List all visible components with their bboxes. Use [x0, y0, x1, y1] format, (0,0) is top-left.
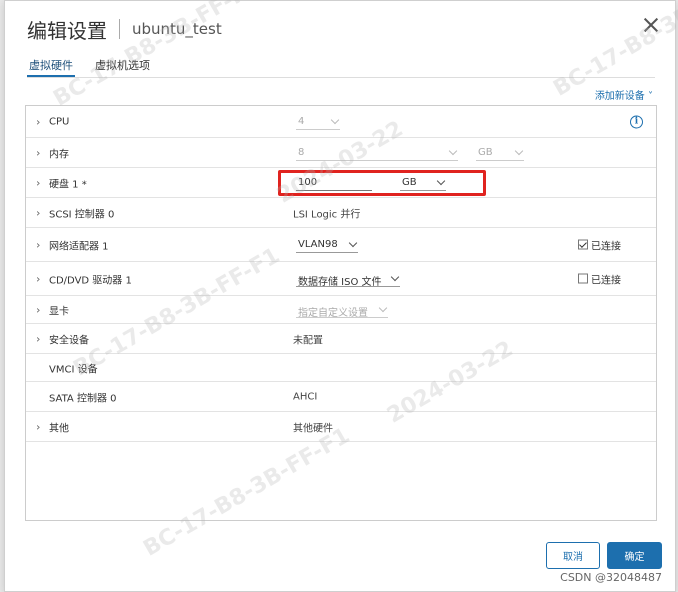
disk-size-input[interactable]: 100: [296, 175, 372, 191]
expand-chevron-icon[interactable]: ›: [36, 238, 40, 251]
other-value: 其他硬件: [293, 423, 333, 434]
cdrom-source-value: 数据存储 ISO 文件: [298, 276, 382, 288]
checkbox-unchecked-icon[interactable]: [578, 273, 588, 284]
row-scsi-controller: › SCSI 控制器 0 LSI Logic 并行: [26, 198, 656, 228]
dialog-title: 编辑设置: [27, 18, 107, 43]
video-label: 显卡: [49, 306, 69, 317]
expand-chevron-icon[interactable]: ›: [36, 272, 40, 285]
disk-unit-value: GB: [402, 176, 417, 188]
ok-button[interactable]: 确定: [607, 542, 662, 569]
security-label: 安全设备: [49, 335, 89, 346]
expand-chevron-icon[interactable]: ›: [36, 115, 40, 128]
vmci-label: VMCI 设备: [49, 364, 98, 375]
add-new-device-button[interactable]: 添加新设备 ˅: [595, 87, 653, 102]
row-video-card: › 显卡 指定自定义设置: [26, 296, 656, 324]
row-security-device: › 安全设备 未配置: [26, 324, 656, 354]
row-cd-dvd-drive: › CD/DVD 驱动器 1 数据存储 ISO 文件 已连接: [26, 262, 656, 296]
tab-virtual-hardware[interactable]: 虚拟硬件: [27, 57, 75, 77]
expand-chevron-icon[interactable]: ›: [36, 303, 40, 316]
sata-value: AHCI: [293, 391, 318, 402]
network-connected-label: 已连接: [591, 241, 621, 252]
cpu-label: CPU: [49, 116, 70, 127]
memory-unit-value: GB: [478, 146, 493, 158]
chevron-down-icon: [390, 272, 400, 281]
chevron-down-icon: [436, 176, 446, 185]
network-connected-checkbox[interactable]: 已连接: [578, 237, 621, 252]
row-other: › 其他 其他硬件: [26, 412, 656, 442]
chevron-down-icon: [330, 115, 340, 124]
cdrom-label: CD/DVD 驱动器 1: [49, 275, 132, 286]
security-value: 未配置: [293, 335, 323, 346]
chevron-down-icon: [448, 146, 458, 155]
row-network-adapter: › 网络适配器 1 VLAN98 已连接: [26, 228, 656, 262]
memory-unit-select[interactable]: GB: [476, 145, 524, 161]
checkbox-checked-icon[interactable]: [578, 239, 588, 250]
row-hard-disk: › 硬盘 1 * 100 GB: [26, 168, 656, 198]
row-cpu: › CPU 4 i: [26, 106, 656, 138]
vm-name: ubuntu_test: [132, 20, 222, 38]
edit-settings-dialog: 编辑设置 ubuntu_test 虚拟硬件 虚拟机选项 添加新设备 ˅ › CP…: [4, 0, 676, 592]
disk-unit-select[interactable]: GB: [400, 175, 446, 191]
tab-divider: [27, 77, 655, 78]
expand-chevron-icon[interactable]: ›: [36, 206, 40, 219]
chevron-down-icon: [348, 238, 358, 247]
row-memory: › 内存 8 GB: [26, 138, 656, 168]
row-vmci-device: VMCI 设备: [26, 354, 656, 382]
memory-label: 内存: [49, 149, 69, 160]
expand-chevron-icon[interactable]: ›: [36, 176, 40, 189]
chevron-down-icon: [378, 303, 388, 312]
cpu-count-value: 4: [298, 115, 305, 127]
scsi-label: SCSI 控制器 0: [49, 209, 115, 220]
other-label: 其他: [49, 423, 69, 434]
row-sata-controller: SATA 控制器 0 AHCI: [26, 382, 656, 412]
network-select[interactable]: VLAN98: [296, 237, 358, 253]
dialog-header: 编辑设置 ubuntu_test: [27, 15, 222, 43]
disk-size-value: 100: [298, 176, 318, 188]
expand-chevron-icon[interactable]: ›: [36, 332, 40, 345]
video-settings-select[interactable]: 指定自定义设置: [296, 302, 388, 319]
cpu-count-select[interactable]: 4: [296, 114, 340, 130]
cdrom-connected-label: 已连接: [591, 275, 621, 286]
cdrom-source-select[interactable]: 数据存储 ISO 文件: [296, 271, 400, 288]
video-settings-value: 指定自定义设置: [298, 307, 368, 319]
cancel-button[interactable]: 取消: [546, 542, 600, 569]
memory-size-value: 8: [298, 146, 305, 158]
memory-size-select[interactable]: 8: [296, 145, 458, 161]
scsi-value: LSI Logic 并行: [293, 209, 361, 220]
expand-chevron-icon[interactable]: ›: [36, 146, 40, 159]
csdn-credit: CSDN @32048487: [560, 571, 662, 584]
network-label: 网络适配器 1: [49, 241, 109, 252]
chevron-down-icon: [514, 146, 524, 155]
cdrom-connected-checkbox[interactable]: 已连接: [578, 271, 621, 286]
close-icon[interactable]: [643, 17, 659, 33]
title-divider: [119, 19, 120, 39]
expand-chevron-icon[interactable]: ›: [36, 420, 40, 433]
tab-vm-options[interactable]: 虚拟机选项: [93, 57, 152, 77]
network-value: VLAN98: [298, 238, 338, 250]
tab-bar: 虚拟硬件 虚拟机选项: [27, 57, 170, 77]
hardware-list: › CPU 4 i › 内存 8 GB › 硬盘 1 * 100 GB › SC…: [25, 105, 657, 521]
disk-label: 硬盘 1 *: [49, 179, 87, 190]
info-icon[interactable]: i: [630, 115, 643, 128]
sata-label: SATA 控制器 0: [49, 393, 117, 404]
